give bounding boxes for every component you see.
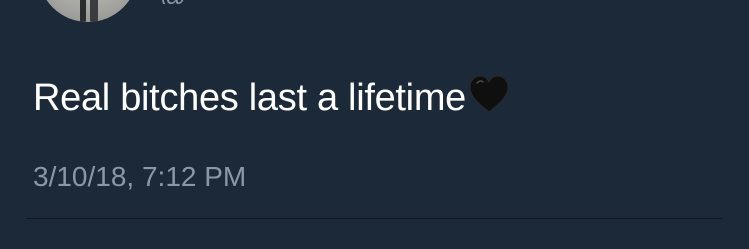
avatar[interactable]: [38, 0, 138, 22]
avatar-figure: [90, 0, 98, 22]
tweet-text: Real bitches last a lifetime: [33, 74, 511, 122]
avatar-figure: [80, 0, 86, 22]
tweet-timestamp[interactable]: 3/10/18, 7:12 PM: [33, 160, 246, 194]
divider: [26, 218, 723, 219]
tweet-text-body: Real bitches last a lifetime: [33, 77, 467, 119]
black-heart-icon: [469, 75, 509, 113]
user-handle[interactable]: @: [160, 0, 364, 4]
at-sign-icon: @: [160, 0, 186, 4]
